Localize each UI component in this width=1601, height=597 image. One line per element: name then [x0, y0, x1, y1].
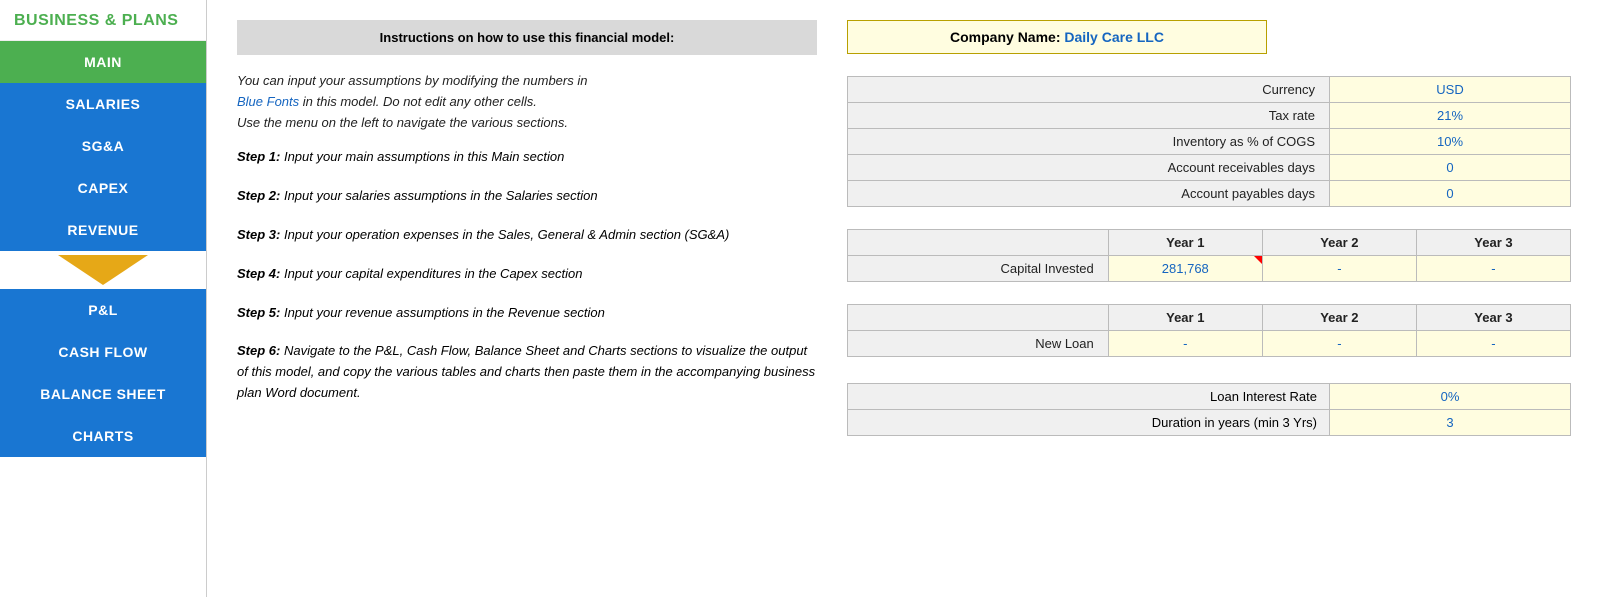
step-2-label: Step 2:: [237, 188, 280, 203]
settings-row-ar: Account receivables days 0: [848, 155, 1571, 181]
settings-row-taxrate: Tax rate 21%: [848, 103, 1571, 129]
settings-row-currency: Currency USD: [848, 77, 1571, 103]
company-value[interactable]: Daily Care LLC: [1064, 29, 1164, 45]
sidebar-item-balancesheet[interactable]: BALANCE SHEET: [0, 373, 206, 415]
taxrate-value[interactable]: 21%: [1330, 103, 1571, 129]
sidebar-item-main[interactable]: MAIN: [0, 41, 206, 83]
step-6: Step 6: Navigate to the P&L, Cash Flow, …: [237, 341, 817, 403]
step-2: Step 2: Input your salaries assumptions …: [237, 186, 817, 207]
red-corner-indicator: [1254, 256, 1262, 264]
inventory-value[interactable]: 10%: [1330, 129, 1571, 155]
company-label: Company Name:: [950, 29, 1060, 45]
settings-table: Currency USD Tax rate 21% Inventory as %…: [847, 76, 1571, 207]
loan-year3-value[interactable]: -: [1416, 331, 1570, 357]
sidebar-item-cashflow[interactable]: CASH FLOW: [0, 331, 206, 373]
capital-invested-label: Capital Invested: [848, 256, 1109, 282]
main-content: Instructions on how to use this financia…: [207, 0, 1601, 597]
sidebar-item-charts[interactable]: CHARTS: [0, 415, 206, 457]
logo: BUSINESS & PLANS: [0, 0, 206, 41]
step-4-label: Step 4:: [237, 266, 280, 281]
capital-year3-value[interactable]: -: [1416, 256, 1570, 282]
loan-year2-header: Year 2: [1262, 305, 1416, 331]
ap-label: Account payables days: [848, 181, 1330, 207]
sidebar-item-salaries[interactable]: SALARIES: [0, 83, 206, 125]
taxrate-label: Tax rate: [848, 103, 1330, 129]
loan-row: New Loan - - -: [848, 331, 1571, 357]
arrow-down-icon: [58, 255, 148, 285]
loan-interest-value[interactable]: 0%: [1330, 384, 1571, 410]
capital-year2-header: Year 2: [1262, 230, 1416, 256]
data-panel: Company Name: Daily Care LLC Currency US…: [847, 20, 1571, 577]
step-4: Step 4: Input your capital expenditures …: [237, 264, 817, 285]
ar-value[interactable]: 0: [1330, 155, 1571, 181]
step-5-label: Step 5:: [237, 305, 280, 320]
step-3-label: Step 3:: [237, 227, 280, 242]
loan-interest-row: Loan Interest Rate 0%: [848, 384, 1571, 410]
capital-row: Capital Invested 281,768 - -: [848, 256, 1571, 282]
instructions-intro: You can input your assumptions by modify…: [237, 71, 817, 133]
currency-label: Currency: [848, 77, 1330, 103]
logo-text-after: PLANS: [122, 12, 179, 29]
capital-table: Year 1 Year 2 Year 3 Capital Invested 28…: [847, 229, 1571, 282]
currency-value[interactable]: USD: [1330, 77, 1571, 103]
instructions-header: Instructions on how to use this financia…: [237, 20, 817, 55]
loan-year3-header: Year 3: [1416, 305, 1570, 331]
logo-ampersand: &: [105, 12, 122, 29]
step-6-label: Step 6:: [237, 343, 280, 358]
intro-line2: in this model. Do not edit any other cel…: [299, 94, 537, 109]
capital-header-row: Year 1 Year 2 Year 3: [848, 230, 1571, 256]
loan-details-table: Loan Interest Rate 0% Duration in years …: [847, 383, 1571, 436]
capital-empty-header: [848, 230, 1109, 256]
instructions-panel: Instructions on how to use this financia…: [237, 20, 817, 577]
step-1-label: Step 1:: [237, 149, 280, 164]
sidebar: BUSINESS & PLANS MAIN SALARIES SG&A CAPE…: [0, 0, 207, 597]
sidebar-item-pl[interactable]: P&L: [0, 289, 206, 331]
sidebar-item-revenue[interactable]: REVENUE: [0, 209, 206, 251]
settings-row-inventory: Inventory as % of COGS 10%: [848, 129, 1571, 155]
loan-table: Year 1 Year 2 Year 3 New Loan - - -: [847, 304, 1571, 357]
step-1: Step 1: Input your main assumptions in t…: [237, 147, 817, 168]
settings-row-ap: Account payables days 0: [848, 181, 1571, 207]
sidebar-arrow: [0, 251, 206, 289]
capital-year2-value[interactable]: -: [1262, 256, 1416, 282]
step-5: Step 5: Input your revenue assumptions i…: [237, 303, 817, 324]
loan-empty-header: [848, 305, 1109, 331]
loan-interest-label: Loan Interest Rate: [848, 384, 1330, 410]
blue-fonts-text: Blue Fonts: [237, 94, 299, 109]
loan-year1-header: Year 1: [1108, 305, 1262, 331]
step-3: Step 3: Input your operation expenses in…: [237, 225, 817, 246]
loan-duration-value[interactable]: 3: [1330, 410, 1571, 436]
intro-line1: You can input your assumptions by modify…: [237, 73, 587, 88]
loan-year1-value[interactable]: -: [1108, 331, 1262, 357]
capital-year3-header: Year 3: [1416, 230, 1570, 256]
ap-value[interactable]: 0: [1330, 181, 1571, 207]
capital-year1-header: Year 1: [1108, 230, 1262, 256]
loan-header-row: Year 1 Year 2 Year 3: [848, 305, 1571, 331]
sidebar-item-capex[interactable]: CAPEX: [0, 167, 206, 209]
loan-duration-row: Duration in years (min 3 Yrs) 3: [848, 410, 1571, 436]
capital-year1-value[interactable]: 281,768: [1108, 256, 1262, 282]
intro-line3: Use the menu on the left to navigate the…: [237, 115, 568, 130]
ar-label: Account receivables days: [848, 155, 1330, 181]
inventory-label: Inventory as % of COGS: [848, 129, 1330, 155]
sidebar-item-sga[interactable]: SG&A: [0, 125, 206, 167]
loan-duration-label: Duration in years (min 3 Yrs): [848, 410, 1330, 436]
new-loan-label: New Loan: [848, 331, 1109, 357]
loan-year2-value[interactable]: -: [1262, 331, 1416, 357]
company-name-box: Company Name: Daily Care LLC: [847, 20, 1267, 54]
logo-text-before: BUSINESS: [14, 12, 105, 29]
